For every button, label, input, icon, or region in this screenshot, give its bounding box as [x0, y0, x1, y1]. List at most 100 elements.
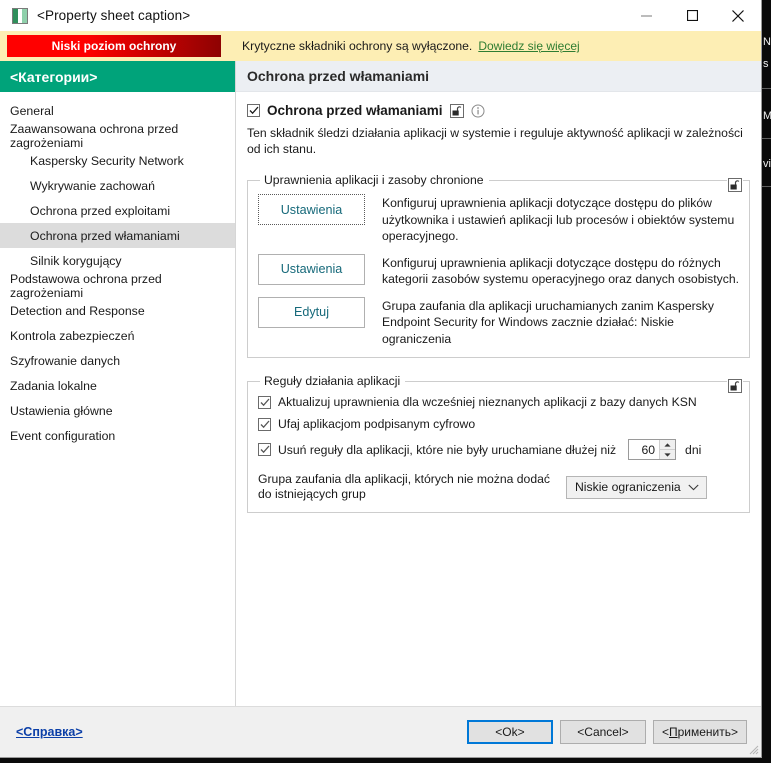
background-strip-line: Ma — [763, 110, 771, 122]
trust-signed-label: Ufaj aplikacjom podpisanym cyfrowo — [278, 417, 476, 431]
app-icon — [12, 7, 28, 24]
days-value: 60 — [641, 442, 656, 457]
rule-row-trust-signed: Ufaj aplikacjom podpisanym cyfrowo — [258, 417, 739, 431]
days-stepper-arrows[interactable] — [659, 440, 676, 459]
sidebar-item-behavior-detection[interactable]: Wykrywanie zachowań — [0, 173, 235, 198]
content-pane: Ochrona przed włamaniami Ochrona przed w… — [236, 61, 761, 706]
enable-component-checkbox[interactable] — [247, 104, 260, 117]
edit-button-trust-group[interactable]: Edytuj — [258, 296, 365, 328]
sidebar-item-label: Kontrola zabezpieczeń — [10, 328, 135, 343]
info-icon[interactable] — [471, 104, 485, 118]
background-strip-divider — [762, 138, 771, 139]
dialog-footer: <Справка> <Ok> <Cancel> < Применить> — [0, 706, 761, 757]
enable-component-label: Ochrona przed włamaniami — [267, 103, 443, 118]
sidebar-item-advanced-threat-protection[interactable]: Zaawansowana ochrona przed zagrożeniami — [0, 121, 235, 150]
unlock-icon[interactable] — [727, 379, 743, 396]
title-bar: <Property sheet caption> — [0, 0, 761, 31]
update-permissions-checkbox[interactable] — [258, 395, 271, 409]
protection-warning-banner: Niski poziom ochrony Krytyczne składniki… — [0, 31, 761, 61]
check-icon — [260, 445, 269, 454]
settings-description-resources: Konfiguruj uprawnienia aplikacji dotyczą… — [382, 255, 740, 287]
trust-signed-checkbox[interactable] — [258, 417, 271, 431]
sidebar-item-essential-threat-protection[interactable]: Podstawowa ochrona przed zagrożeniami — [0, 272, 235, 300]
apply-button[interactable]: < Применить> — [652, 720, 747, 744]
background-strip-divider — [762, 186, 771, 187]
sidebar-item-label: Wykrywanie zachowań — [30, 178, 155, 193]
days-stepper[interactable]: 60 — [628, 439, 677, 460]
trust-group-label: Grupa zaufania dla aplikacji, których ni… — [258, 472, 550, 501]
rule-row-delete-rules: Usuń reguły dla aplikacji, które nie był… — [258, 439, 739, 460]
stepper-down-button[interactable] — [660, 450, 676, 459]
edit-description-trust-group: Grupa zaufania dla aplikacji uruchamiany… — [382, 298, 714, 346]
sidebar-item-label: Zaawansowana ochrona przed zagrożeniami — [10, 121, 179, 150]
ok-button[interactable]: <Ok> — [466, 720, 553, 744]
sidebar-item-kaspersky-security-network[interactable]: Kaspersky Security Network — [0, 148, 235, 173]
check-icon — [249, 106, 258, 115]
close-button[interactable] — [715, 0, 761, 31]
apply-label-pre: < — [661, 725, 669, 739]
sidebar-item-label: Ochrona przed exploitami — [30, 203, 171, 218]
sidebar-item-event-configuration[interactable]: Event configuration — [0, 423, 235, 448]
sidebar-item-detection-and-response[interactable]: Detection and Response — [0, 298, 235, 323]
background-window-strip: N s Ma vi — [762, 0, 771, 763]
cancel-button[interactable]: <Cancel> — [559, 720, 646, 744]
stepper-up-button[interactable] — [660, 440, 676, 450]
application-permissions-group: Uprawnienia aplikacji i zasoby chronione… — [247, 173, 750, 358]
background-strip-line: vi — [763, 158, 771, 170]
unlock-icon[interactable] — [727, 178, 743, 195]
close-icon — [732, 9, 744, 22]
sidebar-item-local-tasks[interactable]: Zadania lokalne — [0, 373, 235, 398]
apply-label-post: рименить> — [677, 725, 738, 739]
sidebar-item-security-controls[interactable]: Kontrola zabezpieczeń — [0, 323, 235, 348]
permissions-row-trust-group: Edytuj Grupa zaufania dla aplikacji uruc… — [258, 296, 739, 348]
help-link[interactable]: <Справка> — [16, 725, 83, 739]
chevron-down-icon — [688, 484, 699, 490]
application-rules-legend: Reguły działania aplikacji — [264, 374, 401, 388]
sidebar-item-label: Kaspersky Security Network — [30, 153, 184, 168]
background-strip-line: s — [763, 58, 769, 70]
sidebar-item-label: Event configuration — [10, 428, 116, 443]
trust-group-selected-value: Niskie ograniczenia — [575, 480, 681, 494]
check-icon — [260, 398, 269, 406]
application-permissions-legend: Uprawnienia aplikacji i zasoby chronione — [264, 173, 484, 187]
page-title: Ochrona przed włamaniami — [236, 61, 761, 92]
sidebar-item-data-encryption[interactable]: Szyfrowanie danych — [0, 348, 235, 373]
settings-button-resources[interactable]: Ustawienia — [258, 253, 365, 285]
component-description: Ten składnik śledzi działania aplikacji … — [247, 126, 743, 156]
sidebar-item-remediation-engine[interactable]: Silnik korygujący — [0, 248, 235, 273]
maximize-button[interactable] — [669, 0, 715, 31]
delete-rules-label: Usuń reguły dla aplikacji, które nie był… — [278, 442, 617, 457]
sidebar-item-general[interactable]: General — [0, 98, 235, 123]
property-sheet-window: <Property sheet caption> Niski poziom oc… — [0, 0, 762, 758]
window-title: <Property sheet caption> — [37, 8, 191, 23]
permissions-row-resources: Ustawienia Konfiguruj uprawnienia aplika… — [258, 253, 740, 288]
delete-rules-checkbox[interactable] — [258, 443, 271, 456]
background-strip-line: N — [763, 36, 771, 48]
sidebar-item-label: Silnik korygujący — [30, 253, 122, 268]
categories-nav: General Zaawansowana ochrona przed zagro… — [0, 92, 235, 448]
maximize-icon — [686, 10, 698, 21]
learn-more-link[interactable]: Dowiedz się więcej — [478, 39, 579, 53]
resize-grip-icon[interactable] — [747, 743, 759, 755]
sidebar-item-label: Ochrona przed włamaniami — [30, 228, 180, 243]
unlock-icon[interactable] — [449, 103, 464, 118]
sidebar-item-general-settings[interactable]: Ustawienia główne — [0, 398, 235, 423]
minimize-button[interactable] — [623, 0, 669, 31]
sidebar-item-label: Detection and Response — [10, 303, 145, 318]
sidebar-item-exploit-prevention[interactable]: Ochrona przed exploitami — [0, 198, 235, 223]
check-icon — [260, 420, 269, 428]
categories-header: <Категории> — [0, 61, 235, 92]
settings-button-files[interactable]: Ustawienia — [258, 194, 365, 225]
window-controls — [623, 0, 761, 31]
update-permissions-label: Aktualizuj uprawnienia dla wcześniej nie… — [278, 395, 697, 409]
chevron-down-icon — [664, 452, 671, 457]
trust-group-select[interactable]: Niskie ograniczenia — [566, 475, 707, 499]
apply-label-mnemonic: П — [668, 725, 678, 739]
application-rules-group: Reguły działania aplikacji Aktualizuj up… — [247, 374, 750, 513]
banner-message: Krytyczne składniki ochrony są wyłączone… — [242, 39, 473, 53]
rule-row-update-permissions: Aktualizuj uprawnienia dla wcześniej nie… — [258, 395, 739, 409]
sidebar-item-host-intrusion-prevention[interactable]: Ochrona przed włamaniami — [0, 223, 235, 248]
window-body: <Категории> General Zaawansowana ochrona… — [0, 61, 761, 706]
sidebar-item-label: Zadania lokalne — [10, 378, 97, 393]
background-strip-divider — [762, 88, 771, 89]
